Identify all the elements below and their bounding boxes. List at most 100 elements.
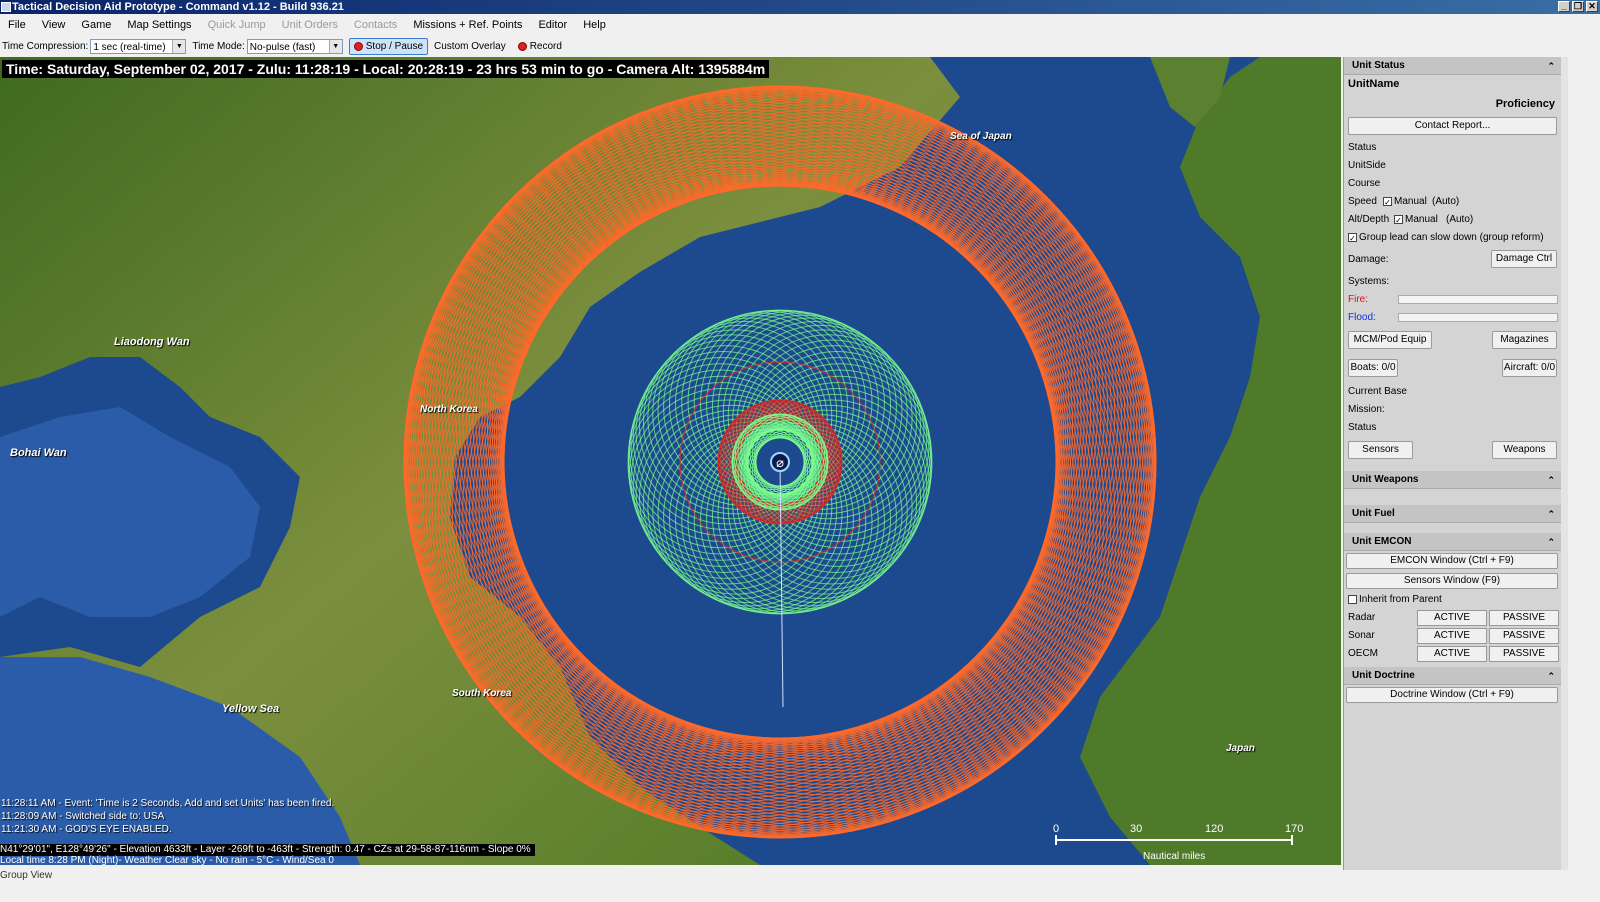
minimize-icon[interactable]: _: [1558, 1, 1570, 12]
doctrine-window-button[interactable]: Doctrine Window (Ctrl + F9): [1346, 687, 1558, 703]
stop-icon: [353, 41, 363, 51]
menu-help[interactable]: Help: [575, 16, 614, 34]
sonar-passive-button[interactable]: PASSIVE: [1489, 628, 1559, 644]
mcm-pod-button[interactable]: MCM/Pod Equip: [1348, 331, 1432, 349]
scale-tick-label: 120: [1205, 823, 1224, 835]
menu-unit-orders[interactable]: Unit Orders: [274, 16, 346, 34]
custom-overlay-button[interactable]: Custom Overlay: [428, 41, 512, 52]
emcon-window-button[interactable]: EMCON Window (Ctrl + F9): [1346, 553, 1558, 569]
map-label-liaodong-wan: Liaodong Wan: [114, 336, 190, 348]
chevron-down-icon[interactable]: ▼: [328, 39, 342, 53]
sensors-button[interactable]: Sensors: [1348, 441, 1413, 459]
window-title: Tactical Decision Aid Prototype - Comman…: [12, 1, 344, 13]
map-label-bohai-wan: Bohai Wan: [10, 447, 67, 459]
check-icon[interactable]: ✓: [1348, 232, 1357, 243]
radar-passive-button[interactable]: PASSIVE: [1489, 610, 1559, 626]
aircraft-button[interactable]: Aircraft: 0/0: [1502, 359, 1557, 377]
alt-manual-checkbox[interactable]: ✓ Manual: [1394, 211, 1438, 229]
status-label: Status: [1348, 142, 1377, 153]
event-log-line: 11:28:11 AM - Event: 'Time is 2 Seconds,…: [1, 798, 335, 809]
group-view-status: Group View: [0, 870, 53, 881]
sonar-active-button[interactable]: ACTIVE: [1417, 628, 1487, 644]
event-log-line: 11:28:09 AM - Switched side to: USA: [1, 811, 165, 822]
oecm-passive-button[interactable]: PASSIVE: [1489, 646, 1559, 662]
magazines-button[interactable]: Magazines: [1492, 331, 1557, 349]
scale-tick-label: 0: [1053, 823, 1060, 835]
group-lead-row[interactable]: ✓ Group lead can slow down (group reform): [1344, 229, 1561, 247]
record-button[interactable]: Record: [512, 41, 568, 52]
chevron-up-icon[interactable]: ⌃: [1547, 505, 1555, 523]
unit-weapons-header[interactable]: Unit Weapons ⌃: [1344, 471, 1561, 489]
chevron-up-icon[interactable]: ⌃: [1547, 471, 1555, 489]
title-bar: Tactical Decision Aid Prototype - Comman…: [0, 0, 1600, 14]
sensors-window-button[interactable]: Sensors Window (F9): [1346, 573, 1558, 589]
menu-file[interactable]: File: [0, 16, 34, 34]
mission-label: Mission:: [1348, 404, 1385, 415]
proficiency-label: Proficiency: [1495, 98, 1555, 110]
menu-bar: File View Game Map Settings Quick Jump U…: [0, 16, 1600, 34]
unit-weapons-title: Unit Weapons: [1352, 474, 1419, 485]
unit-fuel-header[interactable]: Unit Fuel ⌃: [1344, 505, 1561, 523]
menu-game[interactable]: Game: [73, 16, 119, 34]
chevron-up-icon[interactable]: ⌃: [1547, 57, 1555, 75]
unit-status-header[interactable]: Unit Status ⌃: [1344, 57, 1561, 75]
map-label-japan: Japan: [1226, 743, 1255, 754]
stop-pause-button[interactable]: Stop / Pause: [348, 37, 429, 55]
current-base-label: Current Base: [1348, 386, 1407, 397]
unit-doctrine-title: Unit Doctrine: [1352, 670, 1415, 681]
fire-bar: [1398, 295, 1558, 304]
radar-active-button[interactable]: ACTIVE: [1417, 610, 1487, 626]
time-mode-select[interactable]: No-pulse (fast) ▼: [246, 38, 343, 54]
damage-ctrl-button[interactable]: Damage Ctrl: [1491, 250, 1557, 268]
emcon-row-label: OECM: [1348, 648, 1378, 659]
close-icon[interactable]: ✕: [1586, 1, 1598, 12]
course-label: Course: [1348, 178, 1381, 189]
check-icon[interactable]: ✓: [1394, 214, 1403, 225]
menu-missions[interactable]: Missions + Ref. Points: [405, 16, 530, 34]
time-compression-select[interactable]: 1 sec (real-time) ▼: [90, 38, 187, 54]
chevron-up-icon[interactable]: ⌃: [1547, 533, 1555, 551]
unit-doctrine-header[interactable]: Unit Doctrine ⌃: [1344, 667, 1561, 685]
emcon-sonar-row: Sonar ACTIVE PASSIVE: [1344, 627, 1561, 645]
alt-manual-label: Manual: [1405, 214, 1438, 225]
event-log-line: 11:21:30 AM - GOD'S EYE ENABLED.: [1, 824, 172, 835]
alt-depth-row: Alt/Depth ✓ Manual (Auto): [1344, 211, 1561, 229]
menu-view[interactable]: View: [34, 16, 74, 34]
weapons-button[interactable]: Weapons: [1492, 441, 1557, 459]
boats-button[interactable]: Boats: 0/0: [1348, 359, 1398, 377]
unit-fuel-title: Unit Fuel: [1352, 508, 1395, 519]
map-label-yellow-sea: Yellow Sea: [222, 703, 280, 715]
menu-contacts[interactable]: Contacts: [346, 16, 405, 34]
emcon-oecm-row: OECM ACTIVE PASSIVE: [1344, 645, 1561, 663]
scale-tick-label: 30: [1130, 823, 1143, 835]
menu-map-settings[interactable]: Map Settings: [119, 16, 199, 34]
stop-pause-label: Stop / Pause: [365, 40, 424, 52]
inherit-label: Inherit from Parent: [1359, 594, 1442, 605]
map-canvas[interactable]: ⌀: [0, 57, 1341, 865]
check-icon[interactable]: ✓: [1383, 196, 1392, 207]
record-label: Record: [529, 40, 562, 52]
unit-status-title: Unit Status: [1352, 60, 1405, 71]
menu-quick-jump[interactable]: Quick Jump: [200, 16, 274, 34]
scale-tick-label: 170: [1285, 823, 1304, 835]
unit-emcon-header[interactable]: Unit EMCON ⌃: [1344, 533, 1561, 551]
map-view[interactable]: ⌀ Time: Saturday, September 02, 2017 - Z…: [0, 57, 1341, 865]
chevron-down-icon[interactable]: ▼: [172, 39, 186, 53]
record-icon: [517, 41, 527, 51]
alt-auto-label: (Auto): [1446, 214, 1474, 225]
oecm-active-button[interactable]: ACTIVE: [1417, 646, 1487, 662]
mission-status-label: Status: [1348, 422, 1377, 433]
inherit-row[interactable]: Inherit from Parent: [1344, 591, 1561, 609]
panel-scrollbar[interactable]: [1561, 57, 1568, 870]
unit-side-label: UnitSide: [1348, 160, 1386, 171]
systems-label: Systems:: [1348, 276, 1390, 287]
checkbox-empty-icon[interactable]: [1348, 594, 1357, 604]
restore-icon[interactable]: ❐: [1572, 1, 1584, 12]
map-label-sea-of-japan: Sea of Japan: [950, 131, 1012, 142]
unit-symbol-glyph: ⌀: [776, 456, 784, 471]
chevron-up-icon[interactable]: ⌃: [1547, 667, 1555, 685]
speed-manual-checkbox[interactable]: ✓ Manual: [1383, 193, 1427, 211]
contact-report-button[interactable]: Contact Report...: [1348, 117, 1557, 135]
time-mode-label: Time Mode:: [192, 40, 245, 52]
menu-editor[interactable]: Editor: [530, 16, 575, 34]
